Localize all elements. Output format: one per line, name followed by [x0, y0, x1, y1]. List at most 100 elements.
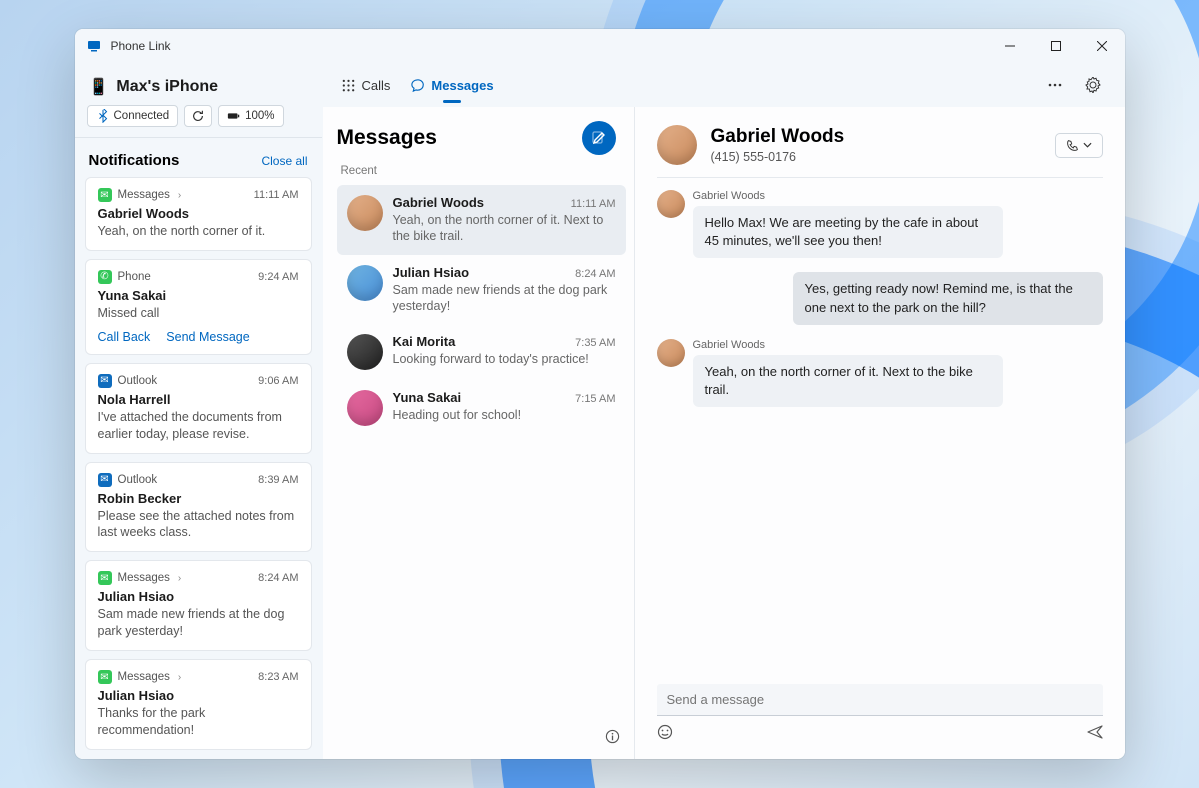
app-badge-icon: ✉	[98, 571, 112, 585]
notification-card[interactable]: ✉ Messages › 8:23 AM Julian Hsiao Thanks…	[85, 659, 312, 750]
gear-icon	[1085, 77, 1101, 93]
compose-button[interactable]	[582, 121, 616, 155]
messages-heading: Messages	[337, 126, 437, 150]
message-sender: Gabriel Woods	[693, 339, 1003, 351]
notification-body: Thanks for the park recommendation!	[98, 705, 299, 739]
app-badge-icon: ✉	[98, 188, 112, 202]
notification-app: ✆ Phone	[98, 270, 151, 284]
chevron-right-icon: ›	[178, 190, 181, 201]
tab-messages[interactable]: Messages	[410, 63, 493, 107]
conversation-item[interactable]: Kai Morita 7:35 AM Looking forward to to…	[337, 324, 626, 380]
notification-title: Julian Hsiao	[98, 589, 299, 604]
chat-header: Gabriel Woods (415) 555-0176	[657, 125, 1103, 178]
window-maximize-button[interactable]	[1033, 29, 1079, 63]
info-button[interactable]	[605, 729, 620, 749]
message-avatar	[657, 339, 685, 367]
emoji-icon	[657, 724, 673, 740]
messages-icon	[410, 78, 425, 93]
notification-title: Nola Harrell	[98, 392, 299, 407]
compose-icon	[591, 130, 607, 146]
refresh-icon	[191, 109, 205, 123]
app-badge-icon: ✉	[98, 374, 112, 388]
recent-label: Recent	[341, 165, 622, 177]
app-window: Phone Link 📱 Max's iPhone Connected	[75, 29, 1125, 759]
device-status-row: Connected 100%	[75, 105, 322, 138]
notification-title: Yuna Sakai	[98, 288, 299, 303]
notifications-header: Notifications Close all	[75, 138, 322, 177]
notification-time: 9:24 AM	[258, 271, 298, 283]
notification-action[interactable]: Call Back	[98, 330, 151, 344]
notification-app: ✉ Messages ›	[98, 571, 182, 585]
notifications-list: ✉ Messages › 11:11 AM Gabriel Woods Yeah…	[75, 177, 322, 759]
notification-time: 8:24 AM	[258, 572, 298, 584]
call-button[interactable]	[1055, 133, 1103, 158]
tab-calls[interactable]: Calls	[341, 63, 391, 107]
notification-body: Please see the attached notes from last …	[98, 508, 299, 542]
bluetooth-icon	[96, 109, 110, 123]
conversation-name: Yuna Sakai	[393, 390, 462, 405]
avatar	[347, 195, 383, 231]
conversation-time: 7:35 AM	[575, 337, 615, 349]
notification-app: ✉ Messages ›	[98, 188, 182, 202]
notification-card[interactable]: ✉ Messages › 8:24 AM Julian Hsiao Sam ma…	[85, 560, 312, 651]
device-name: Max's iPhone	[116, 78, 218, 96]
incoming-message: Gabriel Woods Hello Max! We are meeting …	[657, 190, 1103, 258]
window-minimize-button[interactable]	[987, 29, 1033, 63]
avatar	[347, 265, 383, 301]
phone-icon	[1066, 139, 1079, 152]
conversation-item[interactable]: Gabriel Woods 11:11 AM Yeah, on the nort…	[337, 185, 626, 255]
conversation-preview: Sam made new friends at the dog park yes…	[393, 282, 616, 315]
device-row[interactable]: 📱 Max's iPhone	[75, 67, 322, 105]
tabs-row: Calls Messages	[323, 63, 1125, 107]
notification-app: ✉ Messages ›	[98, 670, 182, 684]
bluetooth-status[interactable]: Connected	[87, 105, 179, 127]
message-bubble: Hello Max! We are meeting by the cafe in…	[693, 206, 1003, 258]
app-badge-icon: ✉	[98, 670, 112, 684]
notification-title: Julian Hsiao	[98, 688, 299, 703]
dialpad-icon	[341, 78, 356, 93]
close-all-button[interactable]: Close all	[261, 154, 307, 168]
settings-button[interactable]	[1079, 71, 1107, 99]
battery-status: 100%	[218, 105, 283, 127]
notification-card[interactable]: ✉ Messages › 11:11 AM Gabriel Woods Yeah…	[85, 177, 312, 251]
message-avatar	[657, 190, 685, 218]
outgoing-message: Yes, getting ready now! Remind me, is th…	[657, 272, 1103, 324]
conversation-time: 8:24 AM	[575, 268, 615, 280]
ellipsis-icon	[1047, 77, 1063, 93]
conversation-preview: Yeah, on the north corner of it. Next to…	[393, 212, 616, 245]
app-badge-icon: ✆	[98, 270, 112, 284]
conversation-item[interactable]: Julian Hsiao 8:24 AM Sam made new friend…	[337, 255, 626, 325]
notification-time: 11:11 AM	[254, 189, 299, 201]
window-title: Phone Link	[111, 39, 171, 53]
notification-time: 8:23 AM	[258, 671, 298, 683]
emoji-button[interactable]	[657, 724, 673, 745]
notification-card[interactable]: ✉ Outlook 9:06 AM Nola Harrell I've atta…	[85, 363, 312, 454]
chat-pane: Gabriel Woods (415) 555-0176 Gabriel Woo…	[635, 107, 1125, 759]
composer	[657, 684, 1103, 745]
notification-app: ✉ Outlook	[98, 473, 158, 487]
chat-contact-name: Gabriel Woods	[711, 126, 1041, 148]
conversation-preview: Heading out for school!	[393, 407, 616, 423]
conversation-item[interactable]: Yuna Sakai 7:15 AM Heading out for schoo…	[337, 380, 626, 436]
avatar	[347, 390, 383, 426]
notification-action[interactable]: Send Message	[166, 330, 249, 344]
message-input[interactable]	[657, 684, 1103, 716]
notification-card[interactable]: ✆ Phone 9:24 AM Yuna Sakai Missed call C…	[85, 259, 312, 355]
app-badge-icon: ✉	[98, 473, 112, 487]
notification-body: Yeah, on the north corner of it.	[98, 223, 299, 240]
message-bubble: Yeah, on the north corner of it. Next to…	[693, 355, 1003, 407]
chat-avatar	[657, 125, 697, 165]
notification-title: Gabriel Woods	[98, 206, 299, 221]
send-button[interactable]	[1087, 724, 1103, 745]
message-stream: Gabriel Woods Hello Max! We are meeting …	[657, 178, 1103, 674]
battery-icon	[227, 109, 241, 123]
titlebar: Phone Link	[75, 29, 1125, 63]
notification-time: 8:39 AM	[258, 474, 298, 486]
notification-card[interactable]: ✉ Outlook 8:39 AM Robin Becker Please se…	[85, 462, 312, 553]
more-button[interactable]	[1041, 71, 1069, 99]
phone-icon: 📱	[89, 77, 109, 97]
window-close-button[interactable]	[1079, 29, 1125, 63]
incoming-message: Gabriel Woods Yeah, on the north corner …	[657, 339, 1103, 407]
conversation-name: Kai Morita	[393, 334, 456, 349]
refresh-button[interactable]	[184, 105, 212, 127]
